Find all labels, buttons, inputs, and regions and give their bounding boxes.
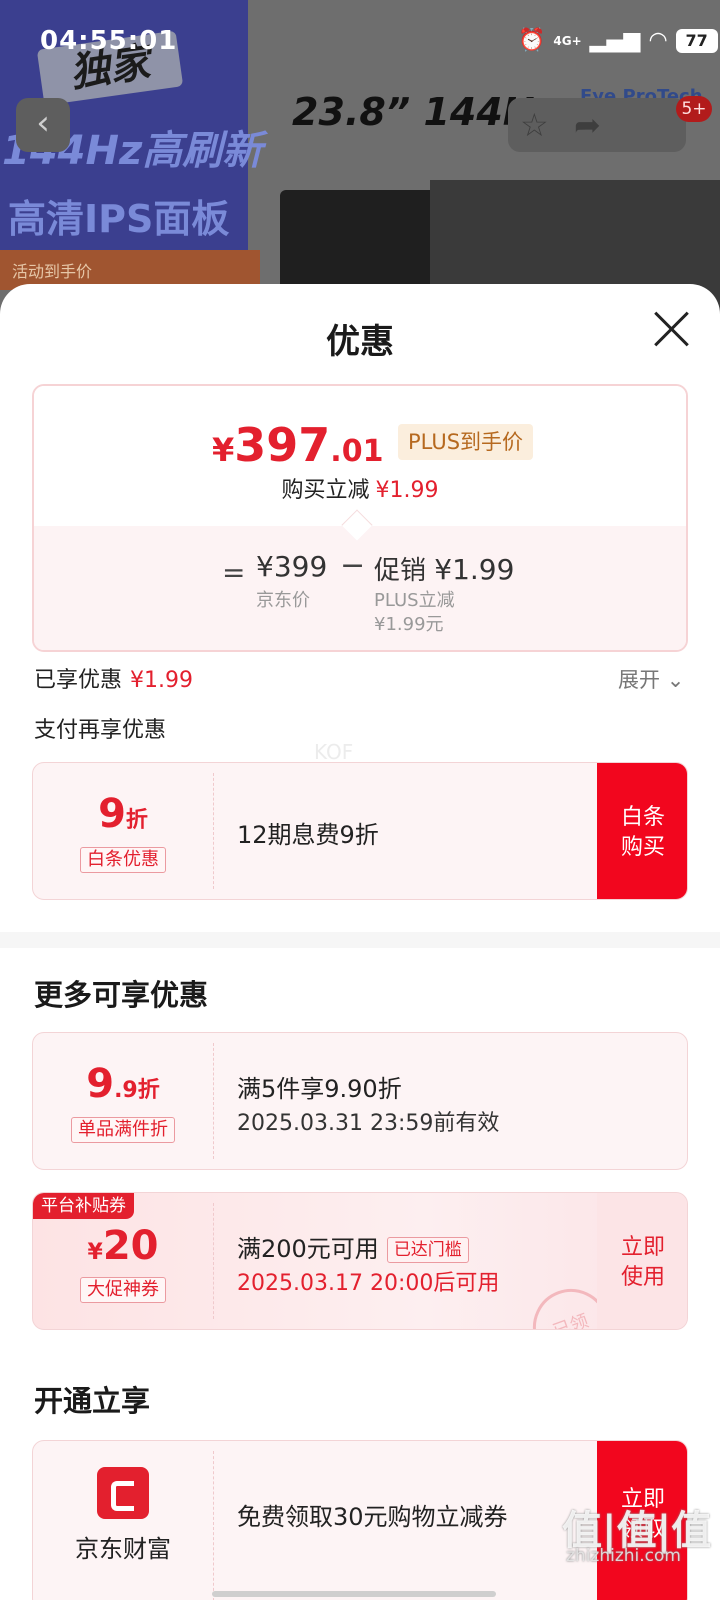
status-icons: ⏰ 4G+ ▂▄▆ ◠ 77 ⚡ <box>518 28 720 53</box>
back-button[interactable]: ‹ <box>16 98 70 152</box>
promo-discount-label: 促销 <box>374 556 427 586</box>
jd-finance-name: 京东财富 <box>75 1535 171 1563</box>
single-item-discount: 9.9折 <box>33 1061 213 1107</box>
enjoyed-value: ¥1.99 <box>130 668 193 693</box>
final-price-decimal: .01 <box>330 434 384 469</box>
instant-discount-value: ¥1.99 <box>375 478 439 503</box>
price-breakdown: = ¥399 京东价 − 促销 ¥1.99 PLUS立减 ¥1.99元 <box>34 526 686 650</box>
platform-amount: ¥20 <box>33 1223 213 1269</box>
coupon-left: 9.9折 单品满件折 <box>33 1033 213 1169</box>
expand-button[interactable]: 展开 ⌄ <box>618 664 684 694</box>
more-discounts-title: 更多可享优惠 <box>34 978 209 1012</box>
jd-price-label: 京东价 <box>256 590 310 611</box>
signal-icon: ▂▄▆ <box>589 28 641 53</box>
promo-strip-label: 活动到手价 <box>12 262 93 281</box>
status-time: 04:55:01 <box>40 26 178 56</box>
star-icon[interactable]: ☆ <box>520 106 549 144</box>
jd-finance-logo-icon <box>97 1467 149 1519</box>
close-icon[interactable] <box>650 308 692 350</box>
plus-cut-label: PLUS立减 <box>374 590 455 611</box>
final-price: ¥397.01 <box>212 418 383 472</box>
discount-sheet: 优惠 ¥397.01 PLUS到手价 购买立减 ¥1.99 = ¥399 京东价 … <box>0 284 720 1600</box>
platform-valid: 2025.03.17 20:00后可用 <box>237 1271 500 1296</box>
alarm-icon: ⏰ <box>518 28 546 53</box>
watermark-text: KOF <box>314 740 354 764</box>
jd-finance-desc: 免费领取30元购物立减券 <box>237 1503 508 1531</box>
platform-currency: ¥ <box>87 1240 103 1265</box>
plus-cut-value: ¥1.99元 <box>374 614 444 635</box>
coupon-divider <box>213 1203 214 1319</box>
baitiao-coupon: 9折 白条优惠 12期息费9折 白条 购买 <box>32 762 688 900</box>
coupon-divider <box>213 1451 214 1600</box>
baitiao-discount: 9折 <box>33 791 213 837</box>
enjoyed-label: 已享优惠 <box>34 668 123 693</box>
minus-sign: − <box>340 548 366 583</box>
price-card: ¥397.01 PLUS到手价 购买立减 ¥1.99 = ¥399 京东价 − 促… <box>32 384 688 652</box>
instant-discount-label: 购买立减 <box>281 478 370 503</box>
equals-sign: = <box>222 556 246 589</box>
chevron-left-icon: ‹ <box>36 103 50 143</box>
nav-actions: ☆ ➦ <box>508 98 686 152</box>
baitiao-discount-num: 9 <box>98 791 126 837</box>
baitiao-desc: 12期息费9折 <box>237 821 379 849</box>
promo-discount-value: ¥1.99 <box>434 553 515 586</box>
wifi-icon: ◠ <box>648 28 668 53</box>
single-item-valid: 2025.03.31 23:59前有效 <box>237 1111 500 1136</box>
network-type: 4G+ <box>553 33 582 48</box>
chevron-down-icon: ⌄ <box>666 668 685 692</box>
plus-price-tag: PLUS到手价 <box>398 424 534 460</box>
final-price-integer: 397 <box>234 418 331 472</box>
single-item-discount-unit: .9折 <box>114 1078 160 1103</box>
notification-badge: 5+ <box>676 96 712 122</box>
open-enjoy-title: 开通立享 <box>34 1384 151 1418</box>
site-watermark-url: zhizhizhi.com <box>566 1546 681 1566</box>
platform-tag: 大促神券 <box>80 1277 166 1303</box>
threshold-reached-tag: 已达门槛 <box>386 1237 469 1263</box>
final-price-currency: ¥ <box>212 431 235 469</box>
home-indicator[interactable] <box>212 1591 496 1597</box>
platform-desc: 满200元可用 <box>237 1235 379 1263</box>
baitiao-buy-button[interactable]: 白条 购买 <box>597 763 687 899</box>
jd-price: ¥399 <box>256 550 328 583</box>
single-item-desc: 满5件享9.90折 <box>237 1075 402 1103</box>
expand-label: 展开 <box>618 668 660 692</box>
single-item-discount-num: 9 <box>86 1061 115 1107</box>
single-item-tag: 单品满件折 <box>71 1117 175 1143</box>
instant-discount: 购买立减 ¥1.99 <box>34 472 686 504</box>
promo-discount: 促销 ¥1.99 <box>374 550 514 587</box>
coupon-divider <box>213 773 214 889</box>
coupon-left: 京东财富 <box>33 1441 213 1600</box>
coupon-left: ¥20 大促神券 <box>33 1193 213 1329</box>
price-card-top: ¥397.01 PLUS到手价 购买立减 ¥1.99 <box>34 386 686 526</box>
pay-more-title: 支付再享优惠 <box>34 718 167 743</box>
coupon-left: 9折 白条优惠 <box>33 763 213 899</box>
baitiao-tag: 白条优惠 <box>80 847 166 873</box>
platform-amount-value: 20 <box>102 1223 159 1269</box>
platform-desc-row: 满200元可用 已达门槛 <box>237 1229 469 1264</box>
use-now-button[interactable]: 立即 使用 <box>597 1193 687 1329</box>
coupon-divider <box>213 1043 214 1159</box>
share-icon[interactable]: ➦ <box>574 106 601 144</box>
baitiao-discount-unit: 折 <box>125 808 148 833</box>
platform-coupon: 平台补贴券 ¥20 大促神券 满200元可用 已达门槛 2025.03.17 20… <box>32 1192 688 1330</box>
enjoyed-discount: 已享优惠 ¥1.99 <box>34 662 193 694</box>
sheet-title: 优惠 <box>326 322 394 362</box>
promo-line-2: 高清IPS面板 <box>8 197 230 241</box>
battery-icon: 77 <box>675 28 718 53</box>
section-divider <box>0 932 720 948</box>
single-item-coupon: 9.9折 单品满件折 满5件享9.90折 2025.03.31 23:59前有效 <box>32 1032 688 1170</box>
